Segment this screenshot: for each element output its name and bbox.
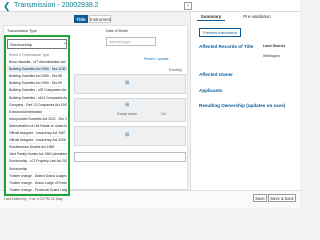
dropdown-option[interactable]: Official Assignee - Insolvency Act 1967 bbox=[7, 130, 67, 137]
applicants-title: Applicants bbox=[199, 88, 223, 93]
dropdown-option[interactable]: Trustee change - Provincial Grand Lodges… bbox=[7, 187, 67, 194]
page-title: Transmission - 20002938.2 bbox=[14, 2, 99, 9]
last-edited-text: Last edited by : 3 at 1:23 PM 25 May bbox=[4, 197, 63, 201]
save-button[interactable]: Save bbox=[253, 194, 267, 202]
dropdown-option[interactable]: Survivorship bbox=[7, 166, 67, 173]
back-arrow-icon[interactable]: ❮ bbox=[3, 1, 11, 11]
text-field[interactable] bbox=[74, 152, 186, 162]
header-bar: ❮ Transmission - 20002938.2 ‹ bbox=[0, 0, 300, 12]
dropdown-option[interactable]: Building Societies - s104 Companies Act … bbox=[7, 95, 67, 102]
chevron-down-icon[interactable]: ⌄ bbox=[63, 39, 67, 47]
dropdown-option[interactable]: Company - Part 13 Companies Act 1993 bbox=[7, 102, 67, 109]
transmission-type-select[interactable]: Survivorship bbox=[7, 39, 67, 49]
tab-pre-validation[interactable]: Pre-validation bbox=[237, 12, 277, 21]
dropdown-option[interactable]: Building Societies - s29 Companies Act 1… bbox=[7, 87, 67, 95]
dropdown-option[interactable]: Trustee change - Grand Lodge of Freemaso… bbox=[7, 180, 67, 187]
owner-box-1: ⊞ bbox=[74, 74, 186, 94]
dropdown-option[interactable]: Simultaneous Deaths Act 1958 bbox=[7, 144, 67, 152]
dropdown-option[interactable]: Trustee change - District Grand Lodges A… bbox=[7, 173, 67, 180]
save-and-back-button[interactable]: Save & back bbox=[268, 194, 296, 202]
tab-instrument[interactable]: Instrument bbox=[89, 15, 111, 23]
add-icon[interactable]: ⊞ bbox=[125, 80, 129, 86]
dropdown-option[interactable]: Joint Family Homes Act 1964 (simultaneou… bbox=[7, 151, 67, 159]
owner-box-3: ⊞ bbox=[74, 126, 186, 146]
dropdown-option[interactable]: Building Societies Act 1965 - Sec 113E C… bbox=[7, 66, 67, 74]
owner-box-2: ⊞ Group share 1/1 bbox=[74, 98, 186, 122]
existing-label: Existing bbox=[169, 68, 182, 72]
add-icon[interactable]: ⊞ bbox=[125, 132, 129, 138]
chevron-left-icon[interactable]: ‹ bbox=[184, 2, 192, 10]
dropdown-option[interactable]: Executor/Administrator bbox=[7, 109, 67, 116]
summary-panel: Summary Pre-validation Preview instrumen… bbox=[190, 12, 300, 190]
dropdown-option[interactable]: Determination of Life Estate or Lease fo… bbox=[7, 123, 67, 130]
preview-instrument-button[interactable]: Preview instrument bbox=[199, 28, 241, 37]
affected-owner-title: Affected Owner bbox=[199, 72, 233, 77]
dropdown-option[interactable]: Building Societies Act 1965 - Sec 59 bbox=[7, 80, 67, 88]
dropdown-option[interactable]: Building Societies Act 1965 - Sec 58 bbox=[7, 73, 67, 81]
affected-records-title: Affected Records of Title bbox=[199, 44, 254, 49]
dropdown-option[interactable]: Official Assignee - Insolvency Act 2006 bbox=[7, 137, 67, 145]
land-district-value: Wellington bbox=[263, 54, 280, 58]
dropdown-header: Select a Transmission Type bbox=[9, 53, 50, 57]
tab-title[interactable]: Title bbox=[74, 15, 88, 23]
land-district-label: Land District bbox=[263, 44, 285, 48]
resulting-ownership-title: Resulting Ownership (updates on save) bbox=[199, 103, 286, 108]
dropdown-option[interactable]: Incorporated Societies Act 2022 - Sec 22… bbox=[7, 116, 67, 123]
transmission-type-dropdown[interactable]: Survivorship ⌄ Select a Transmission Typ… bbox=[4, 35, 70, 196]
add-icon[interactable]: ⊞ bbox=[125, 102, 129, 108]
dropdown-option[interactable]: Survivorship - s72 Property Law Act 2007 bbox=[7, 158, 67, 166]
dropdown-option[interactable]: Bona Vacantia - s77 Administration Act 1… bbox=[7, 59, 67, 66]
transmission-type-label: Transmission Type bbox=[7, 29, 37, 33]
revert-update-link[interactable]: Revert / update bbox=[144, 57, 169, 61]
date-of-death-label: Date of Death bbox=[106, 29, 129, 33]
date-of-death-input[interactable]: dd/mm/yyyy bbox=[106, 37, 156, 46]
group-share-label: Group share bbox=[117, 112, 137, 116]
tab-summary[interactable]: Summary bbox=[197, 12, 225, 21]
group-share-value: 1/1 bbox=[161, 112, 166, 116]
